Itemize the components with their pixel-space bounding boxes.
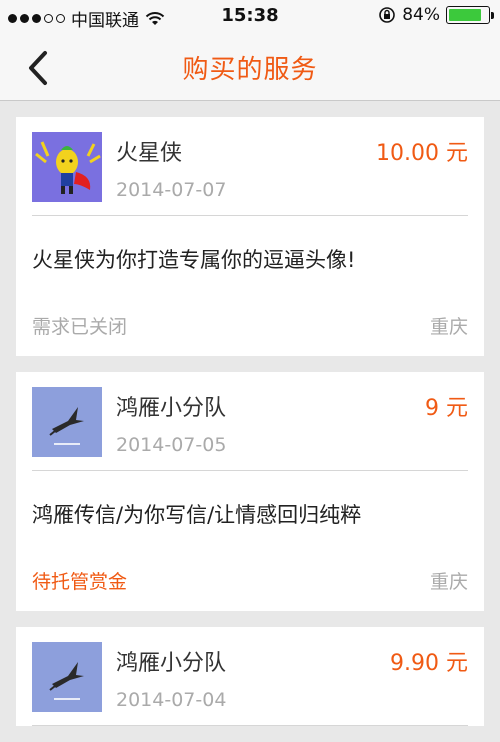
card-footer: 待托管赏金 重庆: [16, 557, 484, 611]
service-city: 重庆: [429, 571, 468, 593]
battery-icon: [446, 6, 494, 24]
rotation-lock-icon: [379, 7, 396, 23]
page-title: 购买的服务: [182, 55, 318, 85]
service-name: 鸿雁小分队: [116, 651, 227, 676]
service-description: 火星侠为你打造专属你的逗逼头像!: [32, 248, 356, 272]
card-header: 鸿雁小分队 2014-07-04 9.90 元: [16, 627, 484, 725]
service-price: 9.90 元: [390, 651, 468, 676]
battery-level-fill: [449, 9, 481, 21]
service-card[interactable]: 鸿雁小分队 2014-07-04 9.90 元: [16, 627, 484, 726]
service-name: 火星侠: [116, 141, 183, 166]
service-status: 待托管赏金: [32, 571, 128, 593]
service-status: 需求已关闭: [32, 316, 128, 338]
card-header: 火星侠 2014-07-07 10.00 元: [16, 117, 484, 215]
battery-percent: 84%: [402, 5, 440, 25]
service-city: 重庆: [429, 316, 468, 338]
service-avatar: [32, 642, 102, 712]
service-card[interactable]: 火星侠 2014-07-07 10.00 元 火星侠为你打造专属你的逗逼头像! …: [16, 117, 484, 356]
service-date: 2014-07-05: [116, 434, 227, 456]
service-avatar: [32, 132, 102, 202]
service-card[interactable]: 鸿雁小分队 2014-07-05 9 元 鸿雁传信/为你写信/让情感回归纯粹 待…: [16, 372, 484, 611]
service-avatar: [32, 387, 102, 457]
service-list: 火星侠 2014-07-07 10.00 元 火星侠为你打造专属你的逗逼头像! …: [16, 117, 484, 742]
service-price: 10.00 元: [376, 141, 468, 166]
navigation-bar: 购买的服务: [0, 32, 500, 101]
service-date: 2014-07-07: [116, 179, 227, 201]
card-header: 鸿雁小分队 2014-07-05 9 元: [16, 372, 484, 470]
status-bar: 中国联通 15:38 84%: [0, 0, 500, 32]
service-price: 9 元: [425, 396, 468, 421]
service-date: 2014-07-04: [116, 689, 227, 711]
status-right: 84%: [378, 5, 494, 25]
card-divider: [32, 725, 468, 726]
service-name: 鸿雁小分队: [116, 396, 227, 421]
card-footer: 需求已关闭 重庆: [16, 302, 484, 356]
service-description: 鸿雁传信/为你写信/让情感回归纯粹: [32, 503, 362, 527]
